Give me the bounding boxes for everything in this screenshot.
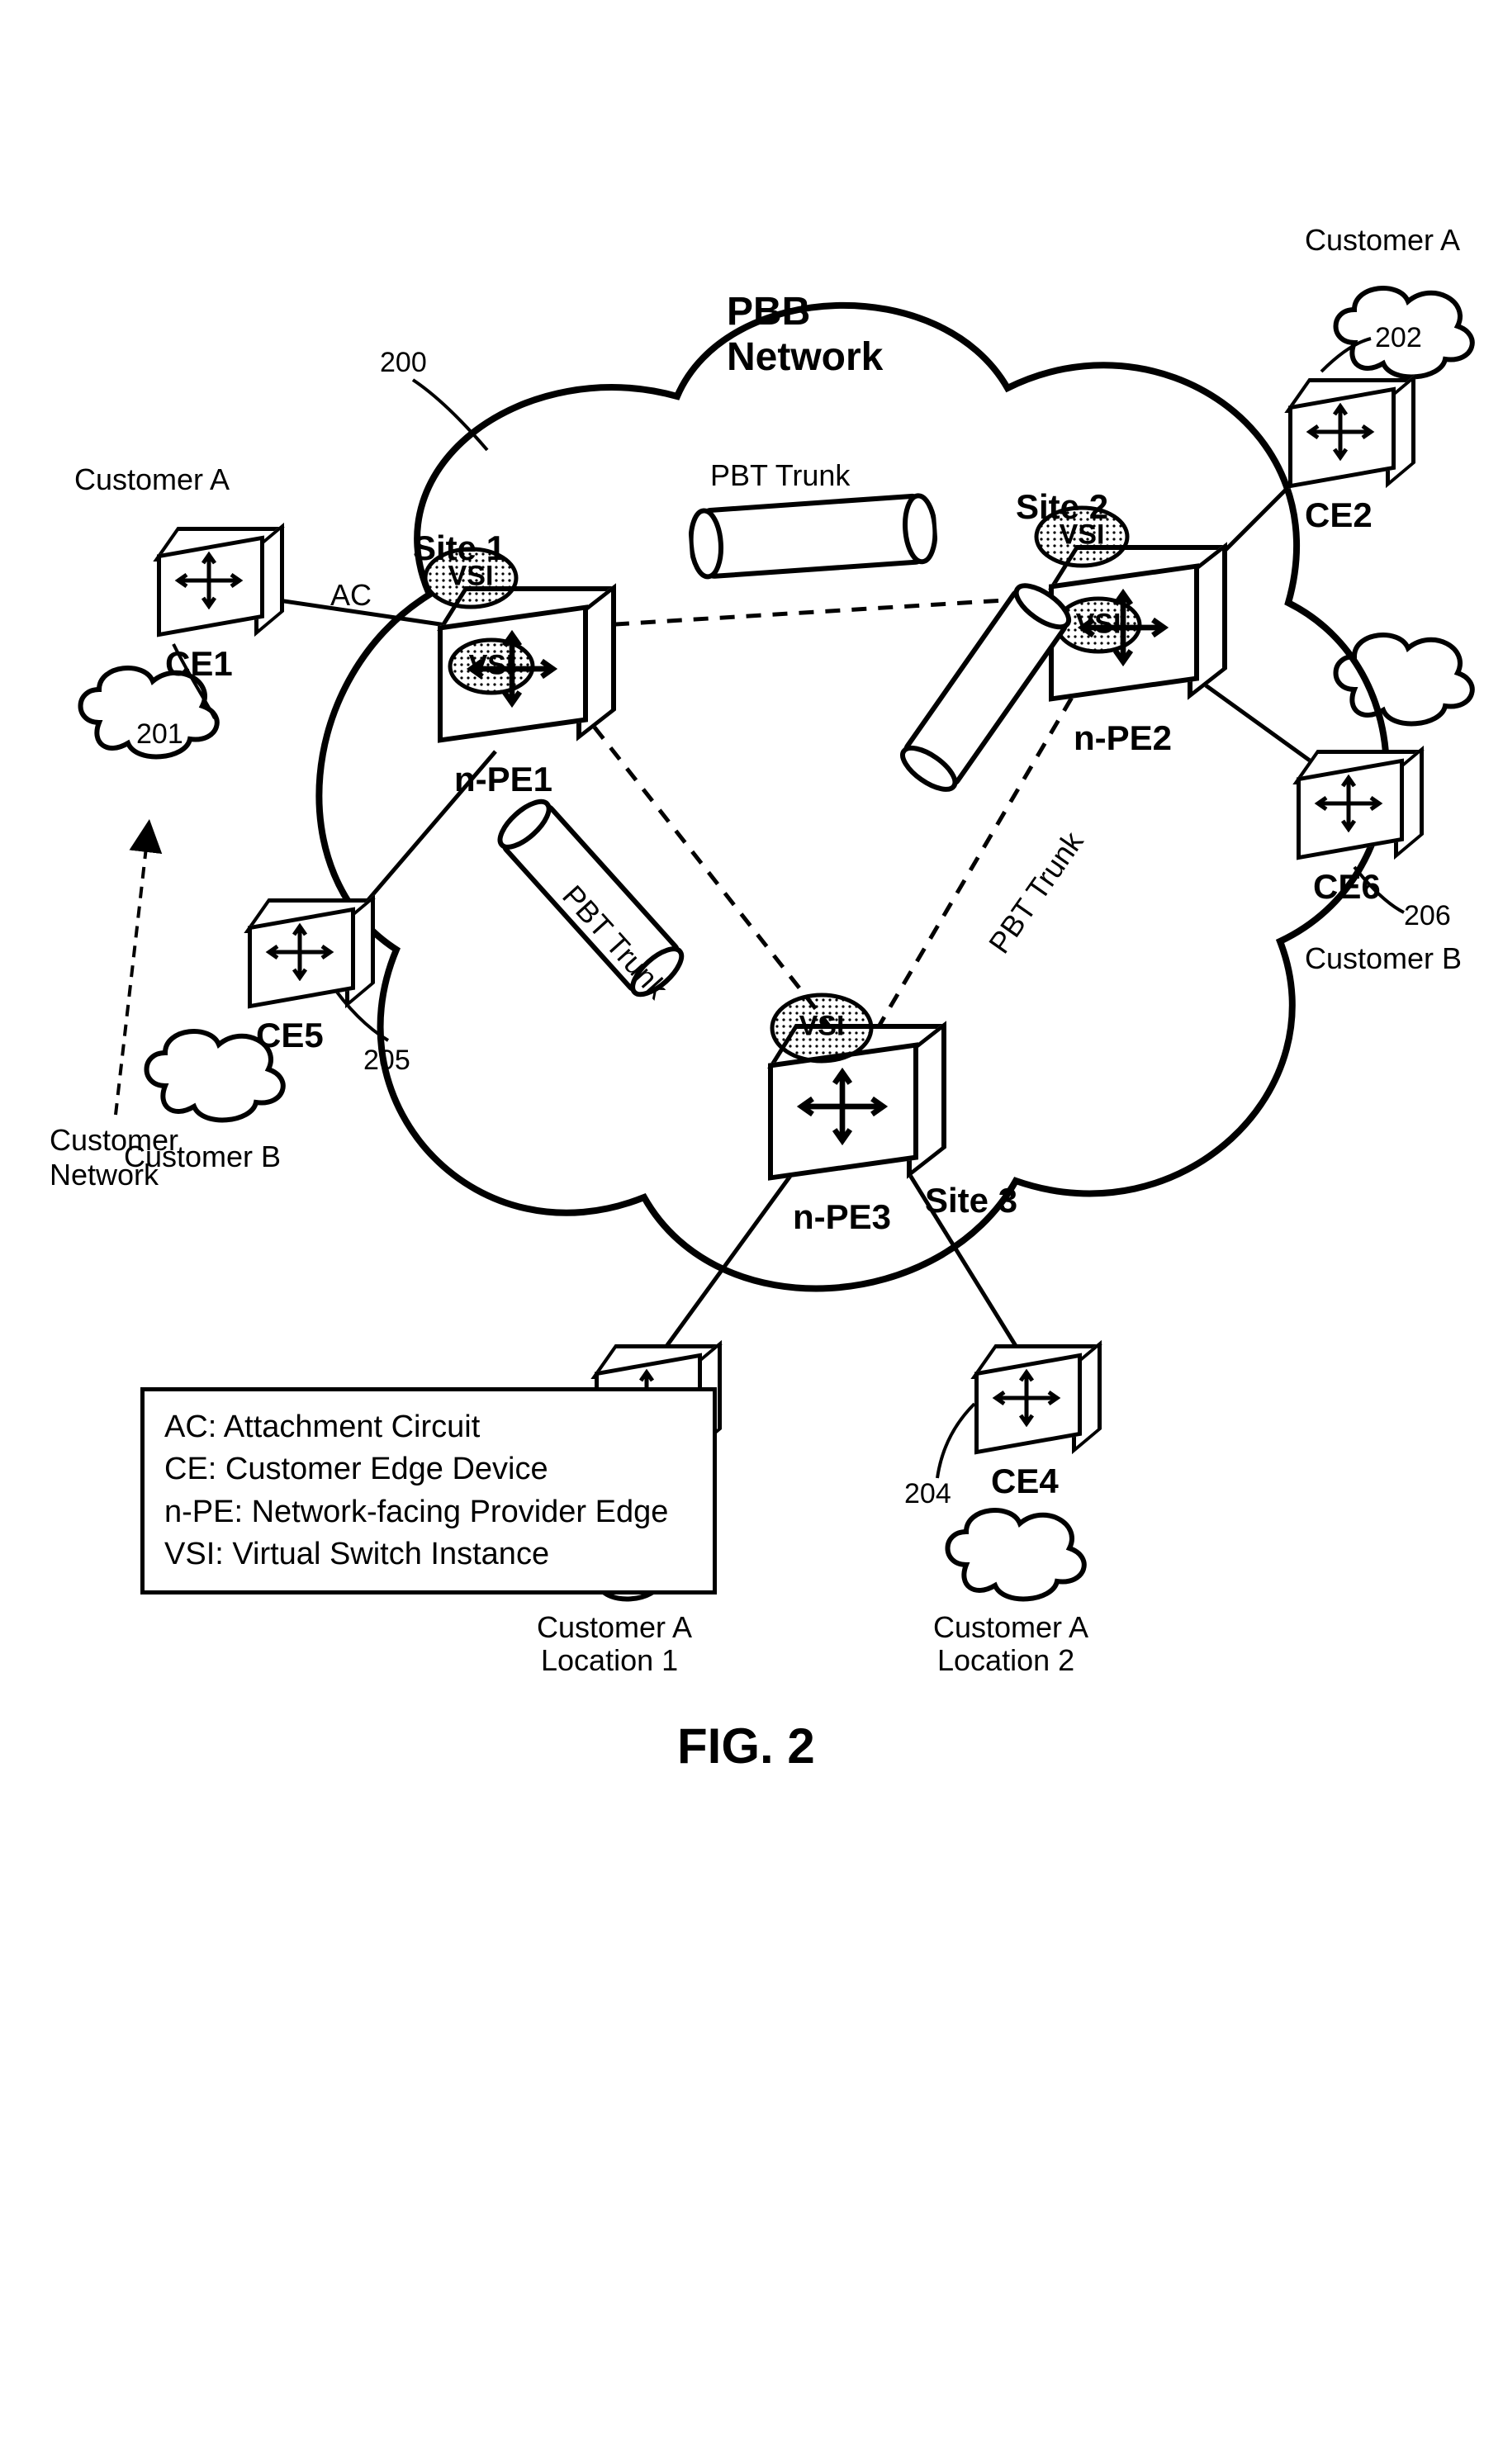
- figure-caption: FIG. 2: [677, 1718, 815, 1775]
- customer-a-label-ce2: Customer A: [1305, 223, 1460, 258]
- ce5-router: [248, 892, 372, 1016]
- ce1-name: CE1: [165, 644, 233, 684]
- ref-206: 206: [1404, 900, 1451, 932]
- ce4-loc: Location 2: [937, 1643, 1074, 1678]
- ce3-loc: Location 1: [541, 1643, 678, 1678]
- diagram-canvas: PBB Network 200 Customer A CE1 201 AC Cu…: [0, 0, 1503, 2464]
- npe3-name: n-PE3: [793, 1197, 891, 1237]
- ref-204: 204: [904, 1478, 951, 1510]
- pbb-network-label: PBB Network: [727, 289, 883, 380]
- vsi-npe1-b: VSI: [446, 636, 537, 698]
- ce1-router: [157, 520, 281, 644]
- ce2-router: [1288, 372, 1412, 495]
- customer-b-label-ce6: Customer B: [1305, 941, 1462, 976]
- ref-200: 200: [380, 347, 427, 379]
- ce6-router: [1297, 743, 1420, 867]
- ce2-name: CE2: [1305, 495, 1373, 535]
- customer-network-note: Customer Network: [50, 1123, 178, 1192]
- ref-205: 205: [363, 1045, 410, 1077]
- site3-label: Site 3: [925, 1181, 1017, 1220]
- customer-cloud-ce4: [933, 1486, 1098, 1610]
- trunk12-label: PBT Trunk: [710, 458, 850, 493]
- ce6-name: CE6: [1313, 867, 1381, 907]
- ce4-cust: Customer A: [933, 1610, 1088, 1645]
- legend-ce: CE: Customer Edge Device: [164, 1448, 693, 1490]
- ce4-name: CE4: [991, 1462, 1059, 1501]
- legend-ac: AC: Attachment Circuit: [164, 1406, 693, 1448]
- legend-vsi: VSI: Virtual Switch Instance: [164, 1533, 693, 1576]
- ac-label: AC: [330, 578, 372, 613]
- vsi-npe2-a: VSI: [1032, 504, 1131, 570]
- npe2-name: n-PE2: [1074, 718, 1172, 758]
- legend-box: AC: Attachment Circuit CE: Customer Edge…: [140, 1387, 717, 1594]
- legend-npe: n-PE: Network-facing Provider Edge: [164, 1491, 693, 1533]
- vsi-npe3: VSI: [768, 991, 875, 1065]
- vsi-npe1-a: VSI: [421, 545, 520, 611]
- customer-a-label-ce1: Customer A: [74, 462, 230, 497]
- ref-201: 201: [136, 718, 183, 751]
- ce3-cust: Customer A: [537, 1610, 692, 1645]
- ce5-name: CE5: [256, 1016, 324, 1055]
- ce4-router: [974, 1338, 1098, 1462]
- ref-202: 202: [1375, 322, 1422, 354]
- customer-cloud-ce6: [1321, 611, 1486, 735]
